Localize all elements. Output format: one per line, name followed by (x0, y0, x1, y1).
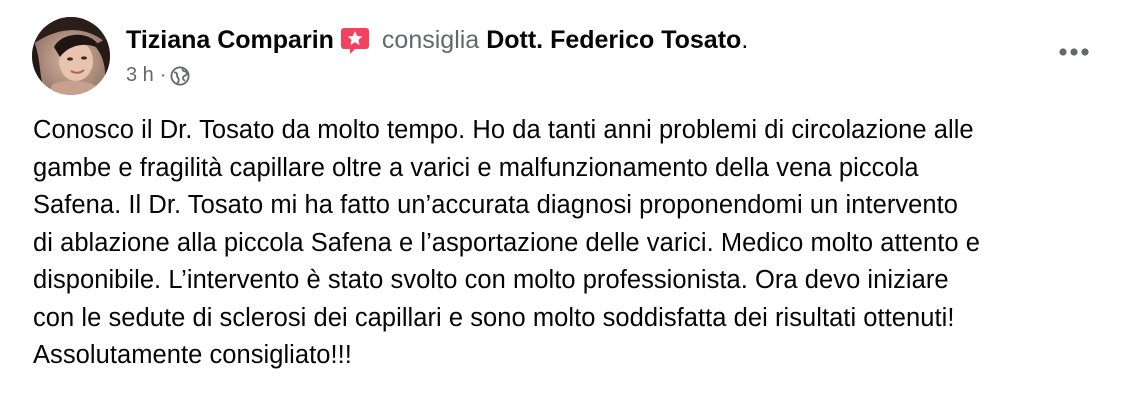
globe-icon[interactable] (170, 65, 190, 86)
post-body-text: Conosco il Dr. Tosato da molto tempo. Ho… (33, 116, 980, 369)
action-text: consiglia (381, 25, 480, 54)
more-options-button[interactable] (1050, 34, 1098, 70)
post-timestamp[interactable]: 3 h (126, 64, 154, 87)
author-name[interactable]: Tiziana Comparin (126, 26, 334, 55)
more-options-icon (1059, 48, 1089, 56)
post-meta: 3 h · (126, 64, 190, 87)
header-punctuation: . (741, 25, 749, 54)
post-header: Tiziana Comparin consiglia Dott. Federic… (126, 22, 748, 58)
meta-separator: · (159, 64, 167, 86)
recommend-star-icon (340, 27, 370, 54)
recommended-page-name[interactable]: Dott. Federico Tosato (486, 26, 741, 55)
author-avatar[interactable] (32, 17, 110, 95)
recommendation-post: Tiziana Comparin consiglia Dott. Federic… (0, 0, 1136, 407)
